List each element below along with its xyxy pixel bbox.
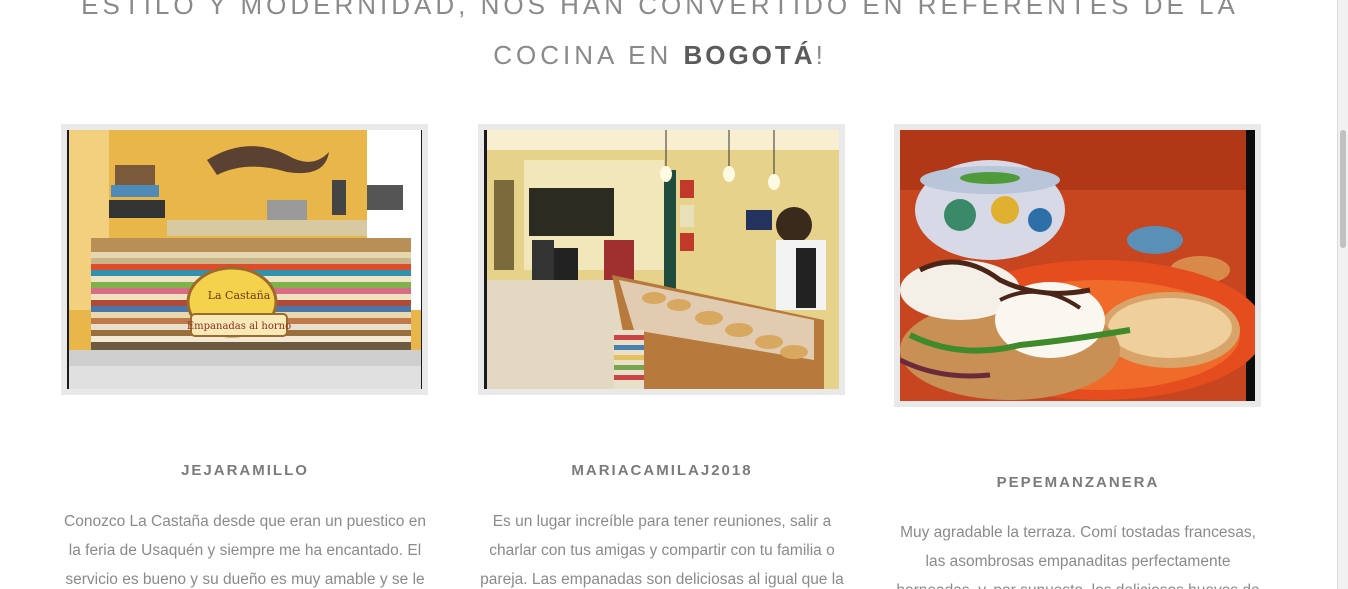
reviewer-name-2[interactable]: MARIACAMILAJ2018 — [478, 462, 846, 479]
review-text-2: Es un lugar increíble para tener reunion… — [480, 513, 844, 588]
page-scrollbar[interactable] — [1337, 0, 1348, 589]
photo-dish-icon — [900, 130, 1255, 401]
review-text-3: Muy agradable la terraza. Comí tostadas … — [896, 524, 1259, 589]
review-photo-1[interactable]: La Castaña Empanadas al horno — [61, 124, 428, 395]
reviewer-name-3[interactable]: PEPEMANZANERA — [894, 474, 1262, 491]
svg-text:La Castaña: La Castaña — [208, 289, 271, 302]
photo-interior-icon — [484, 130, 839, 389]
section-heading-line-1: ESTILO Y MODERNIDAD, NOS HAN CONVERTIDO … — [81, 0, 1239, 20]
heading-prefix: COCINA EN — [493, 40, 684, 70]
scrollbar-thumb[interactable] — [1340, 130, 1346, 248]
reviewer-name-1[interactable]: JEJARAMILLO — [61, 462, 429, 479]
svg-text:Empanadas al horno: Empanadas al horno — [187, 321, 291, 332]
review-photo-2[interactable] — [478, 124, 845, 395]
heading-suffix: ! — [815, 40, 827, 70]
heading-city: BOGOTÁ — [683, 40, 816, 70]
section-heading-line-2: COCINA EN BOGOTÁ! — [0, 40, 1320, 71]
review-text-1: Conozco La Castaña desde que eran un pue… — [64, 513, 426, 588]
page: ESTILO Y MODERNIDAD, NOS HAN CONVERTIDO … — [0, 0, 1348, 589]
review-photo-3[interactable] — [894, 124, 1261, 407]
photo-counter-icon: La Castaña Empanadas al horno — [67, 130, 422, 389]
